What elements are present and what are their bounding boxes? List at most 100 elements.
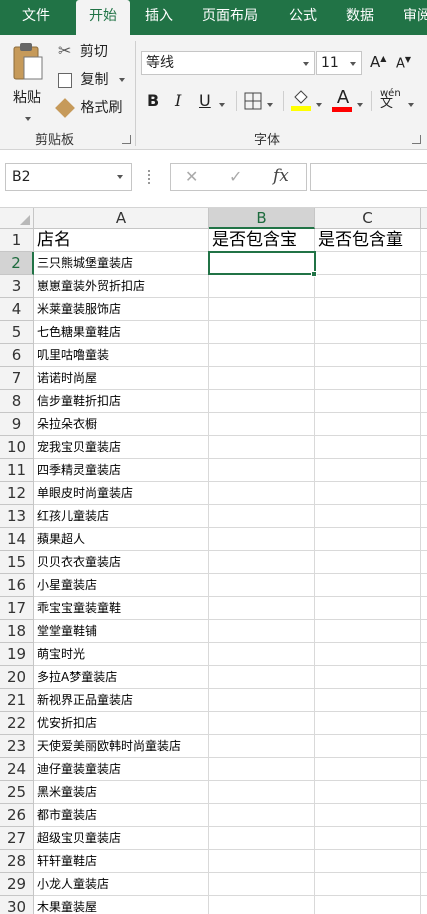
row-header[interactable]: 20 [0, 666, 34, 689]
cell-b[interactable] [209, 873, 315, 896]
cell-b[interactable] [209, 436, 315, 459]
cell-b[interactable] [209, 758, 315, 781]
font-name-select[interactable]: 等线 [141, 51, 315, 75]
cell-a[interactable]: 轩轩童鞋店 [34, 850, 209, 873]
cell-c[interactable] [315, 804, 421, 827]
row-header[interactable]: 5 [0, 321, 34, 344]
row-header[interactable]: 11 [0, 459, 34, 482]
cell-b[interactable] [209, 735, 315, 758]
cell-b[interactable] [209, 321, 315, 344]
cell-b[interactable] [209, 712, 315, 735]
cell-d[interactable] [421, 505, 427, 528]
cell-a[interactable]: 三只熊城堡童装店 [34, 252, 209, 275]
row-header[interactable]: 12 [0, 482, 34, 505]
row-header[interactable]: 25 [0, 781, 34, 804]
cell-d[interactable] [421, 712, 427, 735]
cell-d[interactable] [421, 344, 427, 367]
cell-c[interactable] [315, 436, 421, 459]
row-header[interactable]: 17 [0, 597, 34, 620]
font-size-select[interactable]: 11 [316, 51, 362, 75]
cell-a[interactable]: 诺诺时尚屋 [34, 367, 209, 390]
cell-c[interactable] [315, 252, 421, 275]
cell-a[interactable]: 朵拉朵衣橱 [34, 413, 209, 436]
cell-d[interactable] [421, 896, 427, 914]
cell-d[interactable] [421, 551, 427, 574]
fill-color-dropdown-icon[interactable] [316, 97, 322, 113]
cell-a[interactable]: 黑米童装店 [34, 781, 209, 804]
cell-a[interactable]: 红孩儿童装店 [34, 505, 209, 528]
cell-b[interactable] [209, 528, 315, 551]
cell-b[interactable] [209, 804, 315, 827]
cell-b[interactable] [209, 850, 315, 873]
borders-button[interactable] [244, 92, 262, 114]
cell-a[interactable]: 小星童装店 [34, 574, 209, 597]
cell-d[interactable] [421, 413, 427, 436]
cell-a[interactable]: 四季精灵童装店 [34, 459, 209, 482]
cell-a[interactable]: 米莱童装服饰店 [34, 298, 209, 321]
shrink-font-button[interactable]: A▼ [396, 55, 411, 71]
cell-d[interactable] [421, 229, 427, 252]
cell-a[interactable]: 天使爱美丽欧韩时尚童装店 [34, 735, 209, 758]
cell-a[interactable]: 新视界正品童装店 [34, 689, 209, 712]
row-header[interactable]: 9 [0, 413, 34, 436]
cell-b[interactable] [209, 505, 315, 528]
cell-b[interactable] [209, 367, 315, 390]
format-painter-button[interactable]: 格式刷 [55, 97, 122, 119]
splitter-handle[interactable] [148, 170, 152, 184]
cell-a[interactable]: 堂堂童鞋铺 [34, 620, 209, 643]
formula-input[interactable] [310, 163, 427, 191]
phonetic-dropdown-icon[interactable] [408, 97, 414, 113]
cell-b[interactable] [209, 298, 315, 321]
row-header[interactable]: 23 [0, 735, 34, 758]
cell-d[interactable] [421, 781, 427, 804]
cell-d[interactable] [421, 735, 427, 758]
column-header-a[interactable]: A [34, 208, 209, 229]
tab-formulas[interactable]: 公式 [289, 0, 317, 35]
cell-a[interactable]: 小龙人童装店 [34, 873, 209, 896]
paste-button[interactable]: 粘贴 [10, 41, 50, 121]
column-header-c[interactable]: C [315, 208, 421, 229]
cell-b[interactable] [209, 781, 315, 804]
cell-d[interactable] [421, 574, 427, 597]
cell-c[interactable] [315, 298, 421, 321]
cell-c[interactable] [315, 275, 421, 298]
row-header[interactable]: 18 [0, 620, 34, 643]
cell-d[interactable] [421, 275, 427, 298]
cell-c[interactable] [315, 367, 421, 390]
phonetic-guide-button[interactable]: wén 文 [380, 89, 401, 111]
cell-d[interactable] [421, 436, 427, 459]
cell-d[interactable] [421, 367, 427, 390]
cell-b[interactable] [209, 413, 315, 436]
row-header[interactable]: 8 [0, 390, 34, 413]
cell-d[interactable] [421, 252, 427, 275]
cell-c[interactable] [315, 781, 421, 804]
cell-d[interactable] [421, 482, 427, 505]
cell-a[interactable]: 信步童鞋折扣店 [34, 390, 209, 413]
cell-c[interactable] [315, 459, 421, 482]
cell-a[interactable]: 蘋果超人 [34, 528, 209, 551]
fill-handle[interactable] [311, 271, 317, 277]
row-header[interactable]: 7 [0, 367, 34, 390]
cell-d[interactable] [421, 390, 427, 413]
cancel-icon[interactable]: ✕ [185, 167, 198, 186]
cell-a[interactable]: 宠我宝贝童装店 [34, 436, 209, 459]
cell-c[interactable]: 是否包含童 [315, 229, 421, 252]
cell-c[interactable] [315, 689, 421, 712]
tab-file[interactable]: 文件 [22, 0, 50, 35]
cell-a[interactable]: 多拉A梦童装店 [34, 666, 209, 689]
cell-c[interactable] [315, 735, 421, 758]
cell-d[interactable] [421, 321, 427, 344]
column-header-d[interactable] [421, 208, 427, 229]
tab-review[interactable]: 审阅 [403, 0, 427, 35]
cell-a[interactable]: 单眼皮时尚童装店 [34, 482, 209, 505]
clipboard-launcher-icon[interactable] [122, 135, 131, 144]
row-header[interactable]: 22 [0, 712, 34, 735]
cell-b[interactable] [209, 666, 315, 689]
row-header[interactable]: 3 [0, 275, 34, 298]
cell-a[interactable]: 乖宝宝童装童鞋 [34, 597, 209, 620]
cell-c[interactable] [315, 620, 421, 643]
cell-a[interactable]: 崽崽童装外贸折扣店 [34, 275, 209, 298]
row-header[interactable]: 19 [0, 643, 34, 666]
cell-c[interactable] [315, 505, 421, 528]
cell-c[interactable] [315, 551, 421, 574]
